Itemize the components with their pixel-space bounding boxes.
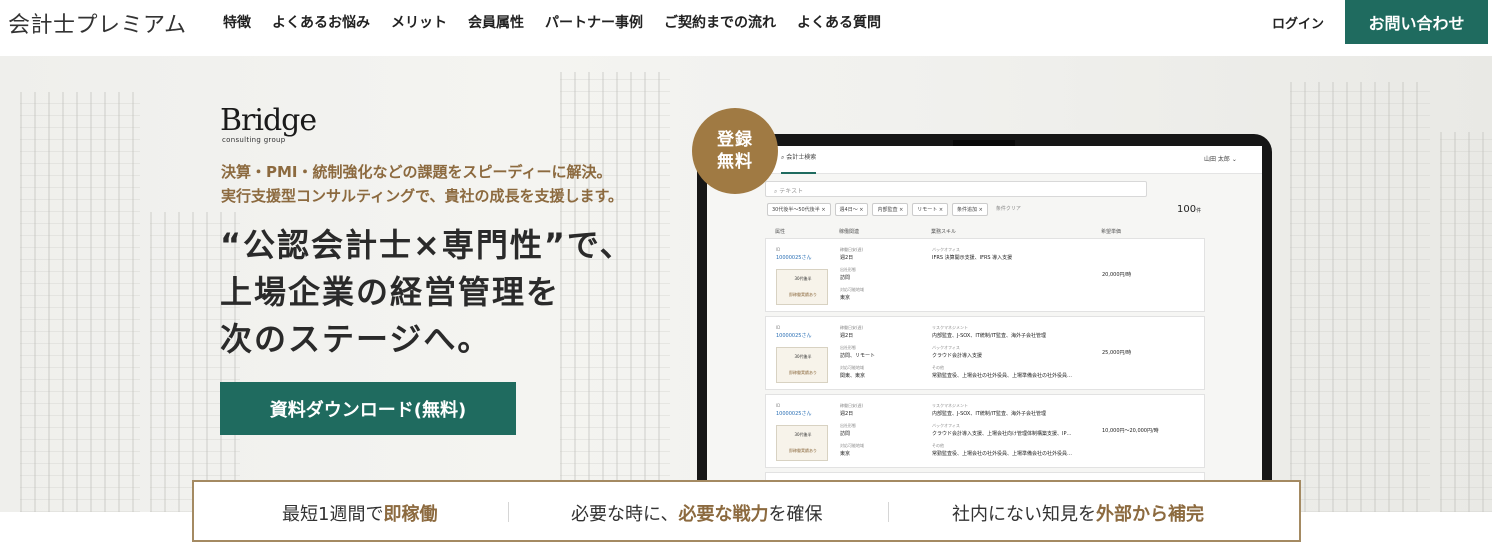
screen-search-tab: ⌕ 会計士検索 — [781, 152, 817, 174]
nav-merits[interactable]: メリット — [391, 12, 447, 32]
hero-tagline: 決算・PMI・統制強化などの課題をスピーディーに解決。 実行支援型コンサルティン… — [221, 163, 624, 205]
hero-section: Bridge consulting group 決算・PMI・統制強化などの課題… — [0, 56, 1492, 512]
chevron-down-icon: ⌄ — [1231, 156, 1237, 163]
column-header: 希望単価 — [1101, 229, 1122, 235]
free-registration-badge: 登録 無料 — [692, 108, 778, 194]
filter-chip: 条件追加 × — [952, 203, 988, 216]
site-title[interactable]: 会計士プレミアム — [8, 7, 186, 39]
main-nav: 特徴 よくあるお悩み メリット 会員属性 パートナー事例 ご契約までの流れ よく… — [223, 12, 902, 32]
nav-features[interactable]: 特徴 — [223, 12, 251, 32]
filter-chip: リモート × — [912, 203, 949, 216]
member-id-link: 10000025さん — [776, 255, 812, 261]
screen-result-count: 100件 — [1177, 204, 1202, 215]
member-id-link: 10000025さん — [776, 333, 812, 339]
background-building — [20, 92, 140, 512]
member-card: 30代後半 即稼働実績あり — [776, 269, 828, 305]
screen-user-menu: 山田 太郎 ⌄ — [1204, 156, 1237, 163]
column-header: 属性 — [775, 229, 786, 235]
column-header: 業務スキル — [931, 229, 957, 235]
bridge-logo: Bridge consulting group — [220, 103, 317, 145]
filter-clear: 条件クリア — [995, 206, 1021, 212]
table-row: ID 10000025さん 30代後半 即稼働実績あり 稼働日安(週) 週2日 … — [765, 316, 1205, 390]
divider — [508, 502, 509, 522]
member-id-link: 10000025さん — [776, 411, 812, 417]
table-row: ID 10000025さん 30代後半 即稼働実績あり 稼働日安(週) 週2日 … — [765, 238, 1205, 312]
screen-topbar: ⌕ 会計士検索 山田 太郎 ⌄ — [707, 146, 1262, 174]
column-header: 稼働関連 — [839, 229, 860, 235]
filter-chip: 週4日〜 × — [834, 203, 869, 216]
hero-headline: “公認会計士×専門性”で、 上場企業の経営管理を 次のステージへ。 — [220, 226, 634, 358]
nav-member-attributes[interactable]: 会員属性 — [468, 12, 524, 32]
table-row: ID 10000025さん 30代後半 即稼働実績あり 稼働日安(週) 週2日 … — [765, 394, 1205, 468]
divider — [888, 502, 889, 522]
background-building — [1440, 132, 1492, 512]
filter-chip: 30代後半〜50代後半 × — [767, 203, 831, 216]
background-building — [1290, 82, 1430, 512]
laptop-mockup: ⌕ 会計士検索 山田 太郎 ⌄ ⌕ テキスト 30代後半〜50代後半 × 週4日… — [697, 134, 1272, 494]
member-card: 30代後半 即稼働実績あり — [776, 425, 828, 461]
benefit-item: 必要な時に、必要な戦力を確保 — [571, 504, 823, 525]
site-header: 会計士プレミアム 特徴 よくあるお悩み メリット 会員属性 パートナー事例 ご契… — [0, 0, 1492, 44]
nav-concerns[interactable]: よくあるお悩み — [272, 12, 370, 32]
benefits-bar: 最短1週間で即稼働 必要な時に、必要な戦力を確保 社内にない知見を外部から補完 — [192, 480, 1301, 542]
contact-button[interactable]: お問い合わせ — [1345, 0, 1488, 44]
benefit-item: 最短1週間で即稼働 — [282, 504, 438, 525]
laptop-screen: ⌕ 会計士検索 山田 太郎 ⌄ ⌕ テキスト 30代後半〜50代後半 × 週4日… — [707, 146, 1262, 494]
nav-faq[interactable]: よくある質問 — [797, 12, 881, 32]
screen-search-input: ⌕ テキスト — [765, 181, 1147, 197]
member-card: 30代後半 即稼働実績あり — [776, 347, 828, 383]
nav-contract-flow[interactable]: ご契約までの流れ — [664, 12, 776, 32]
nav-partner-cases[interactable]: パートナー事例 — [545, 12, 643, 32]
download-materials-button[interactable]: 資料ダウンロード(無料) — [220, 382, 516, 435]
screen-filter-chips: 30代後半〜50代後半 × 週4日〜 × 内部監査 × リモート × 条件追加 … — [767, 203, 1025, 216]
login-link[interactable]: ログイン — [1272, 13, 1324, 32]
magnifier-icon: ⌕ — [781, 154, 785, 161]
filter-chip: 内部監査 × — [872, 203, 909, 216]
benefit-item: 社内にない知見を外部から補完 — [952, 504, 1204, 525]
